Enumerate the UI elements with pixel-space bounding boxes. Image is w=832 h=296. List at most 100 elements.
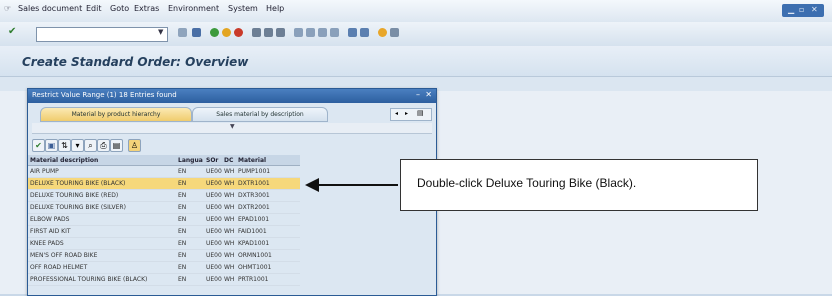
restore-icon[interactable]: ▫ [799, 5, 804, 14]
menu-goto[interactable]: Goto [110, 4, 129, 13]
cell-lang: EN [178, 192, 187, 199]
table-row[interactable]: DELUXE TOURING BIKE (SILVER) EN UE00 WH DXTR… [28, 202, 300, 214]
dialog-minimize-icon[interactable]: – [416, 90, 420, 99]
table-row[interactable]: ELBOW PADS EN UE00 WH EPAD1001 [28, 214, 300, 226]
column-material-description[interactable]: Material description [30, 157, 98, 164]
find-icon[interactable] [264, 28, 273, 37]
personal-list-icon[interactable]: ♙ [128, 139, 141, 152]
menu-sales-document[interactable]: Sales document [18, 4, 82, 13]
print-icon[interactable] [252, 28, 261, 37]
next-page-icon[interactable] [318, 28, 327, 37]
dialog-close-icon[interactable]: ✕ [425, 90, 432, 99]
tab-sales-material-by-description[interactable]: Sales material by description [192, 107, 328, 122]
cell-sorg: UE00 [206, 240, 222, 247]
chevron-down-icon[interactable]: ▼ [158, 28, 163, 36]
tab-right-icon[interactable]: ▸ [405, 110, 408, 117]
cell-sorg: UE00 [206, 192, 222, 199]
enter-icon[interactable]: ✔ [8, 26, 16, 37]
tab-material-by-product-hierarchy[interactable]: Material by product hierarchy [40, 107, 192, 122]
cell-material: FAID1001 [238, 228, 267, 235]
details-icon[interactable]: ▣ [45, 139, 58, 152]
value-range-dialog: Restrict Value Range (1) 18 Entries foun… [27, 88, 437, 296]
layout-menu-icon[interactable] [390, 28, 399, 37]
cell-lang: EN [178, 264, 187, 271]
expand-restrictions-icon[interactable]: ▼ [230, 123, 235, 130]
first-page-icon[interactable] [294, 28, 303, 37]
instruction-callout: Double-click Deluxe Touring Bike (Black)… [400, 159, 758, 211]
cell-desc: DELUXE TOURING BIKE (BLACK) [30, 180, 126, 187]
cell-desc: KNEE PADS [30, 240, 64, 247]
column-distribution-channel[interactable]: DC [224, 157, 233, 164]
restriction-strip[interactable]: ▼ [32, 123, 432, 134]
filter-icon[interactable]: ▾ [71, 139, 84, 152]
table-row[interactable]: PROFESSIONAL TOURING BIKE (BLACK) EN UE00 W… [28, 274, 300, 286]
tab-list-icon[interactable]: ▤ [417, 109, 424, 117]
dialog-title-bar: Restrict Value Range (1) 18 Entries foun… [28, 89, 436, 103]
close-icon[interactable]: ✕ [811, 5, 818, 14]
cell-dc: WH [224, 228, 235, 235]
cell-lang: EN [178, 252, 187, 259]
sort-icon[interactable]: ⇅ [58, 139, 71, 152]
cell-dc: WH [224, 240, 235, 247]
exit-icon[interactable] [222, 28, 231, 37]
title-bar: Create Standard Order: Overview [0, 46, 832, 77]
dialog-tabs: Material by product hierarchy Sales mate… [32, 107, 432, 122]
previous-page-icon[interactable] [306, 28, 315, 37]
print-list-icon[interactable]: ⎙ [97, 139, 110, 152]
cell-lang: EN [178, 228, 187, 235]
table-row[interactable]: KNEE PADS EN UE00 WH KPAD1001 [28, 238, 300, 250]
cancel-icon[interactable] [234, 28, 243, 37]
table-row[interactable]: DELUXE TOURING BIKE (RED) EN UE00 WH DXTR300… [28, 190, 300, 202]
dialog-toolbar: ✔ ▣ ⇅ ▾ ⌕ ⎙ ▤ ♙ [32, 139, 192, 153]
table-row[interactable]: AIR PUMP EN UE00 WH PUMP1001 [28, 166, 300, 178]
create-session-icon[interactable] [348, 28, 357, 37]
menu-help[interactable]: Help [266, 4, 284, 13]
cell-dc: WH [224, 204, 235, 211]
help-icon[interactable] [378, 28, 387, 37]
standard-toolbar: ✔ ▼ [0, 22, 832, 47]
cell-dc: WH [224, 168, 235, 175]
cell-desc: MEN'S OFF ROAD BIKE [30, 252, 98, 259]
command-field[interactable] [36, 27, 168, 42]
table-row[interactable]: DELUXE TOURING BIKE (BLACK) EN UE00 WH DXTR1… [28, 178, 300, 190]
cell-dc: WH [224, 252, 235, 259]
table-row[interactable]: FIRST AID KIT EN UE00 WH FAID1001 [28, 226, 300, 238]
column-language[interactable]: Langua [178, 157, 203, 164]
cell-material: DXTR2001 [238, 204, 270, 211]
tab-left-icon[interactable]: ◂ [395, 110, 398, 117]
table-row[interactable]: OFF ROAD HELMET EN UE00 WH OHMT1001 [28, 262, 300, 274]
cell-material: PUMP1001 [238, 168, 271, 175]
cell-sorg: UE00 [206, 228, 222, 235]
find-next-icon[interactable] [276, 28, 285, 37]
column-sales-org[interactable]: SOr [206, 157, 218, 164]
cell-sorg: UE00 [206, 168, 222, 175]
cell-dc: WH [224, 180, 235, 187]
cell-dc: WH [224, 216, 235, 223]
export-icon[interactable]: ▤ [110, 139, 123, 152]
cell-sorg: UE00 [206, 204, 222, 211]
table-row[interactable]: MEN'S OFF ROAD BIKE EN UE00 WH ORMN1001 [28, 250, 300, 262]
minimize-icon[interactable]: ▁ [788, 5, 794, 14]
cell-sorg: UE00 [206, 180, 222, 187]
nav-left-icon[interactable] [178, 28, 187, 37]
menu-edit[interactable]: Edit [86, 4, 102, 13]
menu-extras[interactable]: Extras [134, 4, 159, 13]
shortcut-icon[interactable] [360, 28, 369, 37]
column-material[interactable]: Material [238, 157, 266, 164]
cell-desc: DELUXE TOURING BIKE (SILVER) [30, 204, 126, 211]
cell-sorg: UE00 [206, 252, 222, 259]
cell-lang: EN [178, 240, 187, 247]
cell-material: PRTR1001 [238, 276, 269, 283]
continue-icon[interactable]: ✔ [32, 139, 45, 152]
last-page-icon[interactable] [330, 28, 339, 37]
page-title: Create Standard Order: Overview [22, 55, 249, 69]
menu-environment[interactable]: Environment [168, 4, 219, 13]
system-menu-icon[interactable]: ☞ [4, 4, 11, 13]
back-icon[interactable] [210, 28, 219, 37]
find-icon[interactable]: ⌕ [84, 139, 97, 152]
callout-arrow-icon [305, 178, 319, 192]
cell-desc: FIRST AID KIT [30, 228, 71, 235]
save-icon[interactable] [192, 28, 201, 37]
cell-desc: DELUXE TOURING BIKE (RED) [30, 192, 119, 199]
menu-system[interactable]: System [228, 4, 258, 13]
